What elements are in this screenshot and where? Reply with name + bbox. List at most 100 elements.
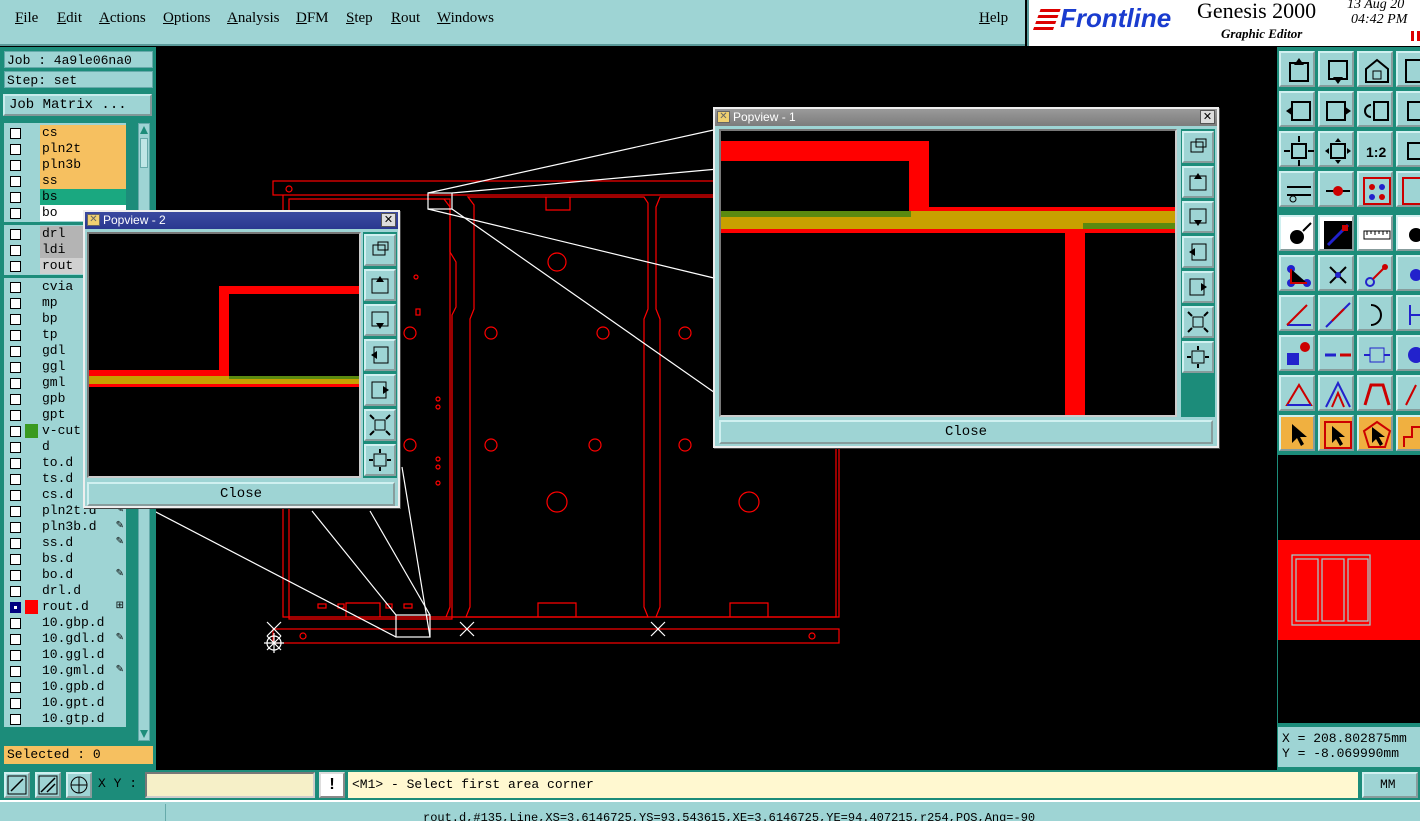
- layer-row[interactable]: bo.d ✎: [4, 567, 126, 583]
- layer-checkbox[interactable]: [10, 618, 21, 629]
- home-up-icon[interactable]: [1279, 51, 1315, 87]
- layer-checkbox[interactable]: [10, 346, 21, 357]
- layer-checkbox[interactable]: [10, 442, 21, 453]
- layer-color-swatch[interactable]: [25, 584, 38, 598]
- zoom-in-icon[interactable]: [364, 409, 396, 441]
- layer-color-swatch[interactable]: [25, 408, 38, 422]
- highlight-icon[interactable]: [1396, 171, 1420, 207]
- layer-checkbox[interactable]: [10, 330, 21, 341]
- layer-name[interactable]: ss: [40, 173, 126, 189]
- pan-right-icon[interactable]: [1182, 271, 1214, 303]
- popview-2-close-button[interactable]: Close: [87, 482, 395, 506]
- select-step-icon[interactable]: [1396, 415, 1420, 451]
- layer-checkbox[interactable]: [10, 634, 21, 645]
- layer-color-swatch[interactable]: [25, 696, 38, 710]
- layer-row[interactable]: ss: [4, 173, 126, 189]
- ruler-icon[interactable]: [1357, 215, 1393, 251]
- window-menu-icon[interactable]: ✕: [717, 111, 730, 123]
- layer-checkbox[interactable]: [10, 682, 21, 693]
- layer-color-swatch[interactable]: [25, 504, 38, 518]
- popview-2-close-icon[interactable]: ✕: [381, 213, 396, 227]
- layer-color-swatch[interactable]: [25, 664, 38, 678]
- layer-checkbox[interactable]: [10, 698, 21, 709]
- home-view-icon[interactable]: [1357, 51, 1393, 87]
- pad-select-icon[interactable]: [1279, 335, 1315, 371]
- trapezoid-icon[interactable]: [1357, 375, 1393, 411]
- layer-checkbox[interactable]: [10, 261, 21, 272]
- window-menu-icon[interactable]: ✕: [87, 214, 100, 226]
- layer-checkbox[interactable]: [10, 208, 21, 219]
- menu-step[interactable]: Step: [346, 10, 373, 27]
- layer-name[interactable]: drl.d: [40, 583, 126, 599]
- layer-checkbox[interactable]: [10, 426, 21, 437]
- layer-color-swatch[interactable]: [25, 259, 38, 273]
- triangle-select-icon[interactable]: [1279, 375, 1315, 411]
- add-line-icon[interactable]: [1318, 215, 1354, 251]
- layer-row[interactable]: 10.gbp.d: [4, 615, 126, 631]
- menu-actions[interactable]: Actions: [99, 10, 146, 27]
- layer-name[interactable]: 10.gtp.d: [40, 711, 126, 727]
- layer-color-swatch[interactable]: [25, 296, 38, 310]
- layer-checkbox[interactable]: [10, 490, 21, 501]
- layer-checkbox[interactable]: [10, 666, 21, 677]
- layer-checkbox[interactable]: [10, 474, 21, 485]
- pad-icon[interactable]: [1318, 171, 1354, 207]
- layer-row[interactable]: cs: [4, 125, 126, 141]
- layer-color-swatch[interactable]: [25, 472, 38, 486]
- home-down-icon[interactable]: [1318, 51, 1354, 87]
- zoom-in-icon[interactable]: [1182, 306, 1214, 338]
- menu-rout[interactable]: Rout: [391, 10, 420, 27]
- layer-name[interactable]: bs: [40, 189, 126, 205]
- select-poly-icon[interactable]: [1357, 415, 1393, 451]
- menu-dfm[interactable]: DFM: [296, 10, 329, 27]
- layer-checkbox[interactable]: [10, 298, 21, 309]
- layer-color-swatch[interactable]: [25, 142, 38, 156]
- layer-checkbox[interactable]: [10, 410, 21, 421]
- layer-row[interactable]: 10.gml.d ✎: [4, 663, 126, 679]
- layer-color-swatch[interactable]: [25, 376, 38, 390]
- layer-name[interactable]: pln2t: [40, 141, 126, 157]
- layer-row[interactable]: 10.gdl.d ✎: [4, 631, 126, 647]
- layer-color-swatch[interactable]: [25, 227, 38, 241]
- pan-right-icon[interactable]: [1318, 91, 1354, 127]
- layer-checkbox[interactable]: [10, 192, 21, 203]
- popview-1-close-icon[interactable]: ✕: [1200, 110, 1215, 124]
- layer-name[interactable]: rout.d ⊞: [40, 599, 126, 615]
- zoom-out-icon[interactable]: [1318, 131, 1354, 167]
- popview-1-view[interactable]: [719, 129, 1177, 417]
- layer-checkbox[interactable]: [10, 650, 21, 661]
- layer-checkbox[interactable]: [10, 160, 21, 171]
- layer-color-swatch[interactable]: [25, 174, 38, 188]
- layer-name[interactable]: 10.gml.d ✎: [40, 663, 126, 679]
- layer-name[interactable]: ss.d ✎: [40, 535, 126, 551]
- layer-checkbox[interactable]: [10, 394, 21, 405]
- layer-color-swatch[interactable]: [25, 536, 38, 550]
- select-box-icon[interactable]: [1318, 415, 1354, 451]
- layer-color-swatch[interactable]: [25, 190, 38, 204]
- snap-mode-icon[interactable]: [4, 772, 30, 798]
- snap-icon[interactable]: [1396, 91, 1420, 127]
- layer-name[interactable]: 10.gpt.d: [40, 695, 126, 711]
- layer-row[interactable]: ss.d ✎: [4, 535, 126, 551]
- layer-row[interactable]: drl.d: [4, 583, 126, 599]
- layer-color-swatch[interactable]: [25, 424, 38, 438]
- layer-color-swatch[interactable]: [25, 344, 38, 358]
- layer-checkbox[interactable]: [10, 506, 21, 517]
- layer-checkbox[interactable]: [10, 362, 21, 373]
- scroll-up-icon[interactable]: [140, 126, 148, 134]
- align-icon[interactable]: [1396, 255, 1420, 291]
- pan-down-icon[interactable]: [364, 304, 396, 336]
- measure-icon[interactable]: [1279, 171, 1315, 207]
- layer-checkbox[interactable]: [10, 144, 21, 155]
- slant-line-icon[interactable]: [1318, 295, 1354, 331]
- popview-2-view[interactable]: [87, 232, 361, 478]
- bracket-icon[interactable]: [1396, 295, 1420, 331]
- layer-row[interactable]: pln3b: [4, 157, 126, 173]
- popview-1-titlebar[interactable]: ✕ Popview - 1 ✕: [715, 109, 1217, 126]
- pan-down-icon[interactable]: [1182, 201, 1214, 233]
- grid-icon[interactable]: [66, 772, 92, 798]
- layer-checkbox[interactable]: [10, 378, 21, 389]
- pan-right-icon[interactable]: [364, 374, 396, 406]
- pan-up-icon[interactable]: [364, 269, 396, 301]
- layer-color-swatch[interactable]: [25, 600, 38, 614]
